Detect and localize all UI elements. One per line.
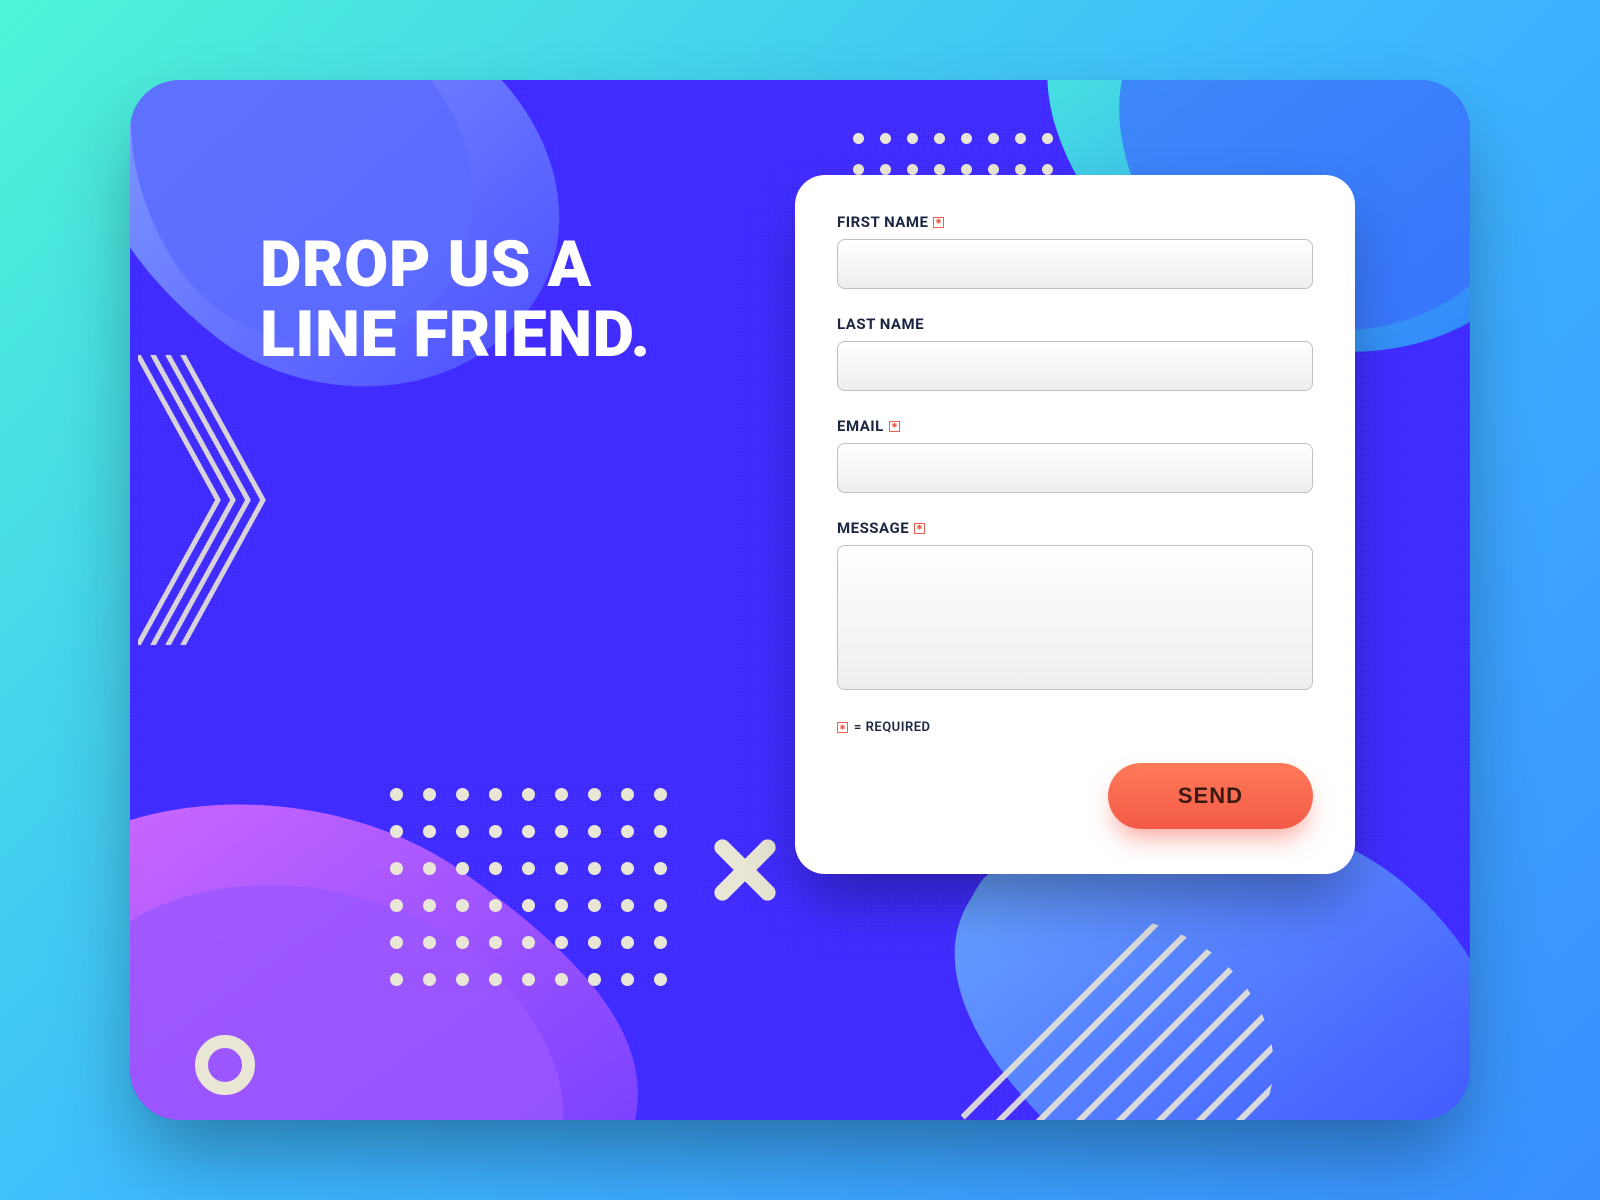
required-note: = REQUIRED (837, 720, 1313, 735)
last-name-label-text: LAST NAME (837, 315, 924, 333)
message-label: MESSAGE (837, 519, 1313, 537)
last-name-input[interactable] (837, 341, 1313, 391)
form-footer: SEND (837, 763, 1313, 829)
message-input[interactable] (837, 545, 1313, 690)
required-icon (914, 523, 925, 534)
contact-form-panel: FIRST NAME LAST NAME EMAIL (795, 175, 1355, 874)
required-icon (837, 722, 848, 733)
last-name-label: LAST NAME (837, 315, 1313, 333)
hatch-bottom-right-icon (930, 900, 1280, 1120)
first-name-field: FIRST NAME (837, 213, 1313, 289)
first-name-label: FIRST NAME (837, 213, 1313, 231)
required-note-text: = REQUIRED (854, 720, 931, 735)
required-icon (889, 421, 900, 432)
contact-card: DROP US A LINE FRIEND. FIRST NAME LAST N… (130, 80, 1470, 1120)
email-field: EMAIL (837, 417, 1313, 493)
email-label-text: EMAIL (837, 417, 884, 435)
x-icon (705, 830, 785, 910)
page-title: DROP US A LINE FRIEND. (260, 230, 651, 371)
heading-line-2: LINE FRIEND. (260, 297, 651, 372)
ring-icon (195, 1035, 255, 1095)
send-button[interactable]: SEND (1108, 763, 1313, 829)
required-icon (933, 217, 944, 228)
dot-grid-mid-icon (380, 778, 740, 1000)
message-label-text: MESSAGE (837, 519, 909, 537)
first-name-input[interactable] (837, 239, 1313, 289)
stripes-left-icon (138, 355, 268, 645)
email-label: EMAIL (837, 417, 1313, 435)
last-name-field: LAST NAME (837, 315, 1313, 391)
email-input[interactable] (837, 443, 1313, 493)
page-background: DROP US A LINE FRIEND. FIRST NAME LAST N… (0, 0, 1600, 1200)
first-name-label-text: FIRST NAME (837, 213, 928, 231)
heading-line-1: DROP US A (260, 227, 592, 302)
message-field: MESSAGE (837, 519, 1313, 694)
